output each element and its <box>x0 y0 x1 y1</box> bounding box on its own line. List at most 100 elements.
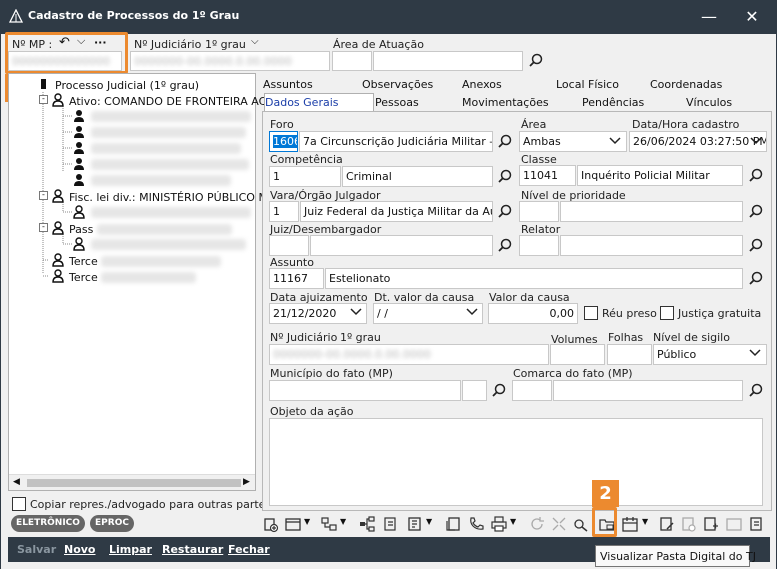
juiz-name-field[interactable] <box>310 235 493 256</box>
tab-assuntos[interactable]: Assuntos <box>263 78 357 91</box>
folhas-field[interactable] <box>607 344 652 365</box>
search-icon[interactable] <box>747 203 765 221</box>
search-icon[interactable] <box>496 168 514 186</box>
collapse-icon[interactable]: - <box>39 95 48 104</box>
classe-code-field[interactable]: 11041 <box>519 165 576 186</box>
tab-coordenadas[interactable]: Coordenadas <box>650 78 770 91</box>
tree-terceiro-2-name[interactable] <box>101 272 196 283</box>
search-icon[interactable] <box>496 133 514 151</box>
tree-passivo-name[interactable] <box>97 224 232 235</box>
tree-horizontal-scrollbar[interactable]: ◀ ▶ <box>9 474 255 490</box>
tree-fiscal[interactable]: Fisc. lei div.: MINISTÉRIO PÚBLICO MI <box>69 191 271 204</box>
tree-lawyer-5[interactable] <box>91 175 231 186</box>
tree-structure-icon[interactable] <box>358 515 376 533</box>
area-atuacao-code-field[interactable] <box>332 51 372 71</box>
dropdown-caret-icon[interactable]: ▼ <box>304 517 310 526</box>
tree-passivo-member[interactable] <box>91 239 246 250</box>
phone-icon[interactable] <box>467 515 485 533</box>
relator-name-field[interactable] <box>560 235 743 256</box>
tab-vinculos[interactable]: Vínculos <box>686 96 766 109</box>
juiz-code-field[interactable] <box>269 235 309 256</box>
reu-preso-checkbox[interactable] <box>584 306 598 320</box>
assunto-code-field[interactable]: 11167 <box>269 268 324 289</box>
search-icon[interactable] <box>527 52 545 70</box>
dropdown-caret-icon[interactable]: ▼ <box>642 517 648 526</box>
novo-button[interactable]: Novo <box>64 543 96 556</box>
scroll-right-icon[interactable]: ▶ <box>243 477 250 487</box>
chevron-down-icon[interactable] <box>609 137 621 145</box>
tab-anexos[interactable]: Anexos <box>462 78 556 91</box>
dropdown-caret-icon[interactable]: ▼ <box>510 517 516 526</box>
search-icon[interactable] <box>747 167 765 185</box>
tree-terceiro-1-name[interactable] <box>101 256 221 267</box>
eletronico-badge[interactable]: ELETRÔNICO <box>11 515 85 532</box>
tree-passivo[interactable]: Pass <box>69 223 93 236</box>
document-link-icon[interactable] <box>702 515 720 533</box>
print-icon[interactable] <box>490 515 508 533</box>
restaurar-button[interactable]: Restaurar <box>162 543 223 556</box>
scroll-left-icon[interactable]: ◀ <box>13 477 20 487</box>
tree-lawyer-1[interactable] <box>91 111 251 122</box>
foro-code-field[interactable]: 1606 <box>269 131 298 152</box>
tab-dados-gerais[interactable]: Dados Gerais <box>264 93 374 112</box>
judiciario-number-field[interactable]: 0000000-00.0000.0.00.0000 <box>130 51 330 71</box>
document-list-icon[interactable] <box>406 515 424 533</box>
copy-tree-icon[interactable] <box>382 515 400 533</box>
area-atuacao-name-field[interactable] <box>373 51 523 71</box>
search-icon[interactable] <box>747 270 765 288</box>
classe-name-field[interactable]: Inquérito Policial Militar <box>577 165 743 186</box>
process-tree[interactable]: Processo Judicial (1º grau) - Ativo: COM… <box>8 73 271 491</box>
search-icon[interactable] <box>747 237 765 255</box>
nivel-prioridade-code-field[interactable] <box>519 201 559 222</box>
nivel-prioridade-name-field[interactable] <box>560 201 743 222</box>
chevron-down-icon[interactable]: ⌵ <box>251 36 259 47</box>
nj-field[interactable]: 0000000-00.0000.0.00.0000 <box>269 344 549 365</box>
tree-ativo[interactable]: Ativo: COMANDO DE FRONTEIRA AC <box>69 95 266 108</box>
comarca-code-field[interactable] <box>512 380 552 401</box>
tab-movimentacoes[interactable]: Movimentações <box>462 96 582 109</box>
hierarchy-icon[interactable] <box>320 515 338 533</box>
search-icon[interactable] <box>496 237 514 255</box>
tag-search-icon[interactable] <box>572 515 590 533</box>
limpar-button[interactable]: Limpar <box>109 543 152 556</box>
collapse-icon[interactable]: - <box>39 223 48 232</box>
chevron-down-icon[interactable] <box>350 308 362 316</box>
tree-fiscal-member[interactable] <box>91 207 251 218</box>
close-button[interactable]: ✕ <box>739 6 765 28</box>
dropdown-caret-icon[interactable]: ▼ <box>426 517 432 526</box>
volumes-field[interactable] <box>550 344 605 365</box>
tree-lawyer-2[interactable] <box>91 127 246 138</box>
vara-code-field[interactable]: 1 <box>269 201 299 222</box>
justica-gratuita-checkbox[interactable] <box>660 306 674 320</box>
vara-name-field[interactable]: Juiz Federal da Justiça Militar da Aud <box>300 201 493 222</box>
municipio-name-field[interactable] <box>462 380 487 401</box>
window-icon[interactable] <box>284 515 302 533</box>
document-edit-icon[interactable] <box>658 515 676 533</box>
search-icon[interactable] <box>747 382 765 400</box>
attach-document-icon[interactable] <box>444 515 462 533</box>
relator-code-field[interactable] <box>519 235 559 256</box>
chevron-down-icon[interactable] <box>749 349 761 357</box>
tab-local-fisico[interactable]: Local Físico <box>556 78 646 91</box>
minimize-button[interactable]: — <box>696 6 722 28</box>
scroll-thumb[interactable] <box>27 479 241 487</box>
calendar-icon[interactable] <box>621 515 639 533</box>
document-export-icon[interactable] <box>748 515 766 533</box>
municipio-code-field[interactable] <box>269 380 461 401</box>
tree-terceiro-1[interactable]: Terce <box>69 255 98 268</box>
search-icon[interactable] <box>490 382 508 400</box>
collapse-icon[interactable]: - <box>39 191 48 200</box>
copy-repres-checkbox[interactable] <box>12 497 26 511</box>
tree-terceiro-2[interactable]: Terce <box>69 271 98 284</box>
data-hora-field[interactable]: 26/06/2024 03:27:50 PM <box>629 131 767 152</box>
tab-observacoes[interactable]: Observações <box>362 78 460 91</box>
objeto-acao-textarea[interactable] <box>269 418 763 506</box>
comarca-name-field[interactable] <box>553 380 743 401</box>
add-document-icon[interactable] <box>262 515 280 533</box>
tab-pendencias[interactable]: Pendências <box>582 96 686 109</box>
foro-name-field[interactable]: 7a Circunscrição Judiciária Militar – P <box>299 131 493 152</box>
search-icon[interactable] <box>496 203 514 221</box>
tree-lawyer-3[interactable] <box>91 143 241 154</box>
chevron-down-icon[interactable] <box>466 308 478 316</box>
valor-causa-field[interactable]: 0,00 <box>488 303 578 324</box>
